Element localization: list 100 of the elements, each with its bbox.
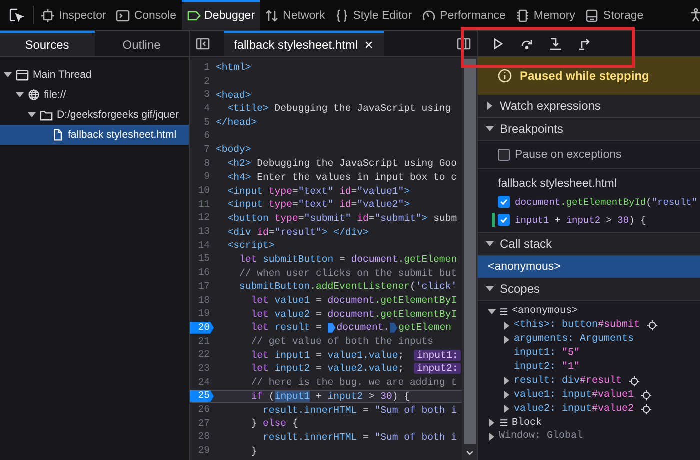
expanded-arrow-icon[interactable] [486, 125, 494, 133]
line-number[interactable]: 20 [190, 322, 214, 334]
sidebar-tab[interactable]: Sources [0, 31, 94, 56]
devtools-tab[interactable]: Memory [510, 0, 580, 30]
section-header[interactable]: Watch expressions [478, 95, 700, 118]
source-tree-item[interactable]: file:// [0, 85, 189, 105]
code-text: document.getElementById("result" [515, 196, 698, 208]
devtools-tab[interactable]: Performance [417, 0, 511, 30]
collapsed-arrow-icon[interactable] [503, 322, 511, 330]
collapsed-arrow-icon[interactable] [488, 419, 496, 428]
variable-entry: arguments: Arguments [514, 334, 634, 346]
line-number[interactable]: 17 [190, 280, 214, 293]
inline-value-preview: input1: [414, 350, 462, 361]
code-text: let result = [250, 322, 323, 334]
section-header[interactable]: Scopes [478, 278, 700, 301]
line-number[interactable]: 15 [190, 253, 214, 266]
collapsed-arrow-icon[interactable] [503, 405, 511, 414]
window-icon [16, 68, 29, 82]
collapsed-arrow-icon[interactable] [503, 377, 511, 386]
section-header[interactable]: Call stack [478, 233, 700, 256]
expanded-arrow-icon[interactable] [16, 91, 24, 99]
line-number[interactable]: 3 [190, 89, 214, 102]
section-header[interactable]: Breakpoints [478, 118, 700, 141]
line-number[interactable]: 5 [190, 116, 214, 129]
code-text: let input2 = value2.value; [250, 363, 406, 374]
checkbox[interactable] [498, 148, 510, 160]
paused-message: Paused while stepping [520, 69, 650, 83]
sidebar-tab[interactable]: Outline [94, 31, 189, 56]
folder-icon [40, 108, 53, 122]
line-number[interactable]: 2 [190, 76, 214, 88]
variable-entry: input2: "1" [514, 362, 580, 373]
expanded-arrow-icon[interactable] [486, 285, 494, 293]
line-number[interactable]: 24 [190, 376, 214, 389]
source-tree-item[interactable]: fallback stylesheet.html [0, 125, 189, 145]
checkbox[interactable] [498, 214, 510, 226]
code-text: <div id="result"> </div> [226, 226, 369, 238]
code-text: <title> Debugging the JavaScript using [226, 103, 452, 114]
line-number[interactable]: 11 [190, 198, 214, 211]
scope-label: Window: Global [499, 431, 584, 442]
line-number[interactable]: 27 [190, 418, 214, 430]
checkbox-label: Pause on exceptions [515, 148, 622, 160]
person-icon [689, 8, 700, 22]
line-number[interactable]: 9 [190, 171, 214, 184]
code-text: result.innerHTML = "Sum of both i [262, 404, 458, 416]
line-number[interactable]: 19 [190, 308, 214, 320]
line-number[interactable]: 18 [190, 294, 214, 307]
console-icon [116, 9, 130, 23]
sidebar-toggle-icon [457, 36, 471, 50]
code-text: let submitButton = document.getElemen [238, 254, 458, 265]
line-number[interactable]: 26 [190, 404, 214, 416]
code-text: let value2 = document.getElementByI [250, 308, 458, 320]
arrow-down-line-icon [548, 36, 562, 50]
expanded-arrow-icon[interactable] [28, 111, 36, 119]
devtools-tab[interactable]: Network [260, 0, 330, 30]
collapsed-arrow-icon[interactable] [503, 336, 511, 344]
line-number[interactable]: 29 [190, 445, 214, 458]
column-breakpoint-marker[interactable] [328, 322, 336, 333]
line-number[interactable]: 14 [190, 240, 214, 252]
line-number[interactable]: 4 [190, 102, 214, 115]
line-number[interactable]: 1 [190, 62, 214, 74]
expanded-arrow-icon[interactable] [4, 71, 12, 79]
scrollbar[interactable] [462, 57, 477, 460]
line-number[interactable]: 23 [190, 362, 214, 375]
code-text: if (input1 + input2 > 30) { [250, 390, 410, 402]
source-tree-item[interactable]: D:/geeksforgeeks gif/jquer [0, 105, 189, 125]
column-breakpoint-marker[interactable] [390, 322, 398, 333]
line-number[interactable]: 16 [190, 267, 214, 280]
line-number[interactable]: 22 [190, 349, 214, 362]
checkbox[interactable] [498, 196, 510, 208]
expanded-arrow-icon[interactable] [488, 308, 496, 316]
collapsed-arrow-icon[interactable] [488, 432, 496, 441]
line-number[interactable]: 21 [190, 336, 214, 348]
line-number[interactable]: 28 [190, 431, 214, 444]
code-text: <button type="submit" id="submit"> subm [226, 212, 458, 224]
line-number[interactable]: 25 [190, 390, 214, 402]
collapsed-arrow-icon[interactable] [486, 102, 494, 110]
line-number[interactable]: 7 [190, 144, 214, 156]
editor-tab[interactable]: fallback stylesheet.html [224, 31, 384, 56]
line-number[interactable]: 6 [190, 130, 214, 142]
call-stack-frame[interactable]: <anonymous> [478, 256, 700, 278]
devtools-tab[interactable]: Inspector [36, 0, 112, 30]
code-text: <script> [226, 240, 275, 252]
source-tree-item[interactable]: Main Thread [0, 65, 189, 85]
line-number[interactable]: 8 [190, 158, 214, 170]
line-number[interactable]: 10 [190, 185, 214, 198]
devtools-tab[interactable]: Style Editor [330, 0, 418, 30]
scope-lines-icon [499, 418, 509, 428]
variable-entry: result: div#result [514, 376, 622, 387]
devtools-tab[interactable]: Storage [580, 0, 649, 30]
arrow-up-right-icon [578, 36, 592, 50]
devtools-tab[interactable]: Console [111, 0, 182, 30]
code-text: input1 + input2 > 30) { [515, 214, 646, 226]
devtools-tab[interactable]: Debugger [182, 0, 260, 30]
code-text: getElemen [398, 322, 452, 334]
code-text: } [250, 446, 258, 457]
line-number[interactable]: 12 [190, 212, 214, 224]
expanded-arrow-icon[interactable] [486, 240, 494, 248]
line-number[interactable]: 13 [190, 226, 214, 238]
file-icon [52, 129, 64, 141]
collapsed-arrow-icon[interactable] [503, 391, 511, 400]
